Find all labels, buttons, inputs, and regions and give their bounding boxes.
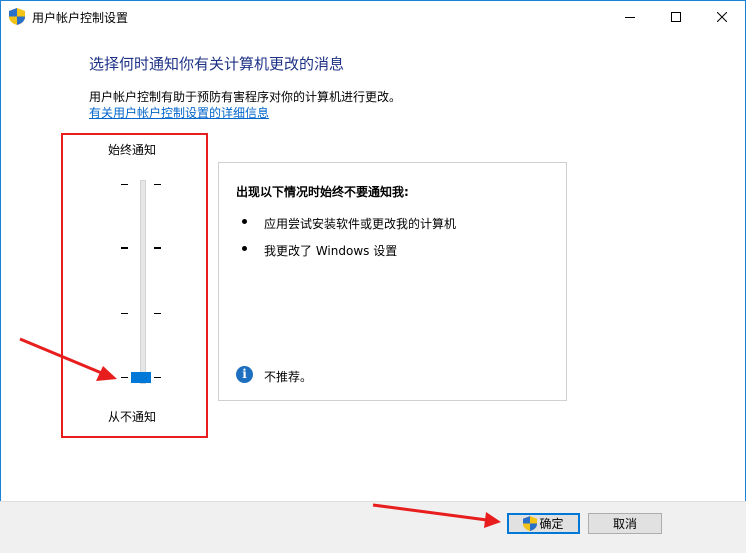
arrow-to-ok-button [372, 503, 501, 528]
annotation-arrows [19, 337, 501, 528]
arrow-to-slider-thumb [19, 337, 117, 381]
